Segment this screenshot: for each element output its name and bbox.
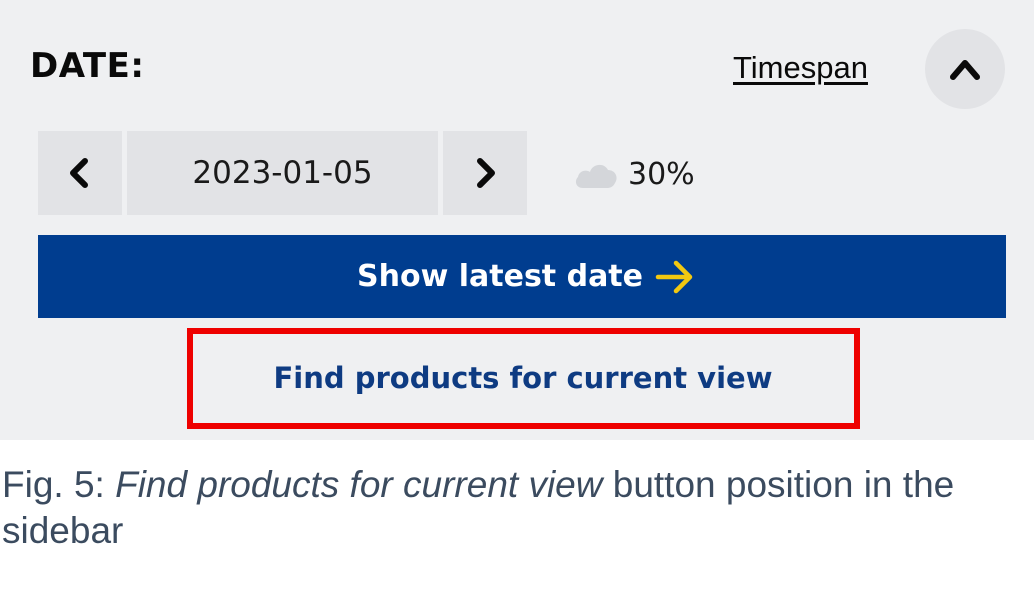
- date-display[interactable]: 2023-01-05: [127, 131, 438, 215]
- next-date-button[interactable]: [443, 131, 527, 215]
- cloud-icon: [575, 164, 617, 188]
- figure-caption: Fig. 5: Find products for current view b…: [2, 462, 1022, 554]
- cloud-cover-value: 30%: [628, 157, 695, 192]
- chevron-up-icon: [950, 60, 980, 80]
- caption-prefix: Fig. 5:: [2, 464, 116, 505]
- show-latest-date-button[interactable]: Show latest date: [38, 235, 1006, 318]
- find-products-button[interactable]: Find products for current view: [197, 338, 849, 418]
- show-latest-date-label: Show latest date: [357, 259, 643, 294]
- timespan-link[interactable]: Timespan: [733, 50, 868, 86]
- caption-emphasis: Find products for current view: [115, 464, 603, 505]
- chevron-right-icon: [477, 158, 495, 188]
- chevron-left-icon: [70, 158, 88, 188]
- sidebar-date-panel: DATE: Timespan 2023-01-05 30% Show lates…: [0, 0, 1034, 440]
- date-heading: DATE:: [30, 46, 145, 86]
- collapse-button[interactable]: [925, 29, 1005, 109]
- arrow-right-icon: [655, 260, 693, 294]
- current-date-value: 2023-01-05: [192, 155, 373, 191]
- find-products-label: Find products for current view: [273, 361, 773, 395]
- previous-date-button[interactable]: [38, 131, 122, 215]
